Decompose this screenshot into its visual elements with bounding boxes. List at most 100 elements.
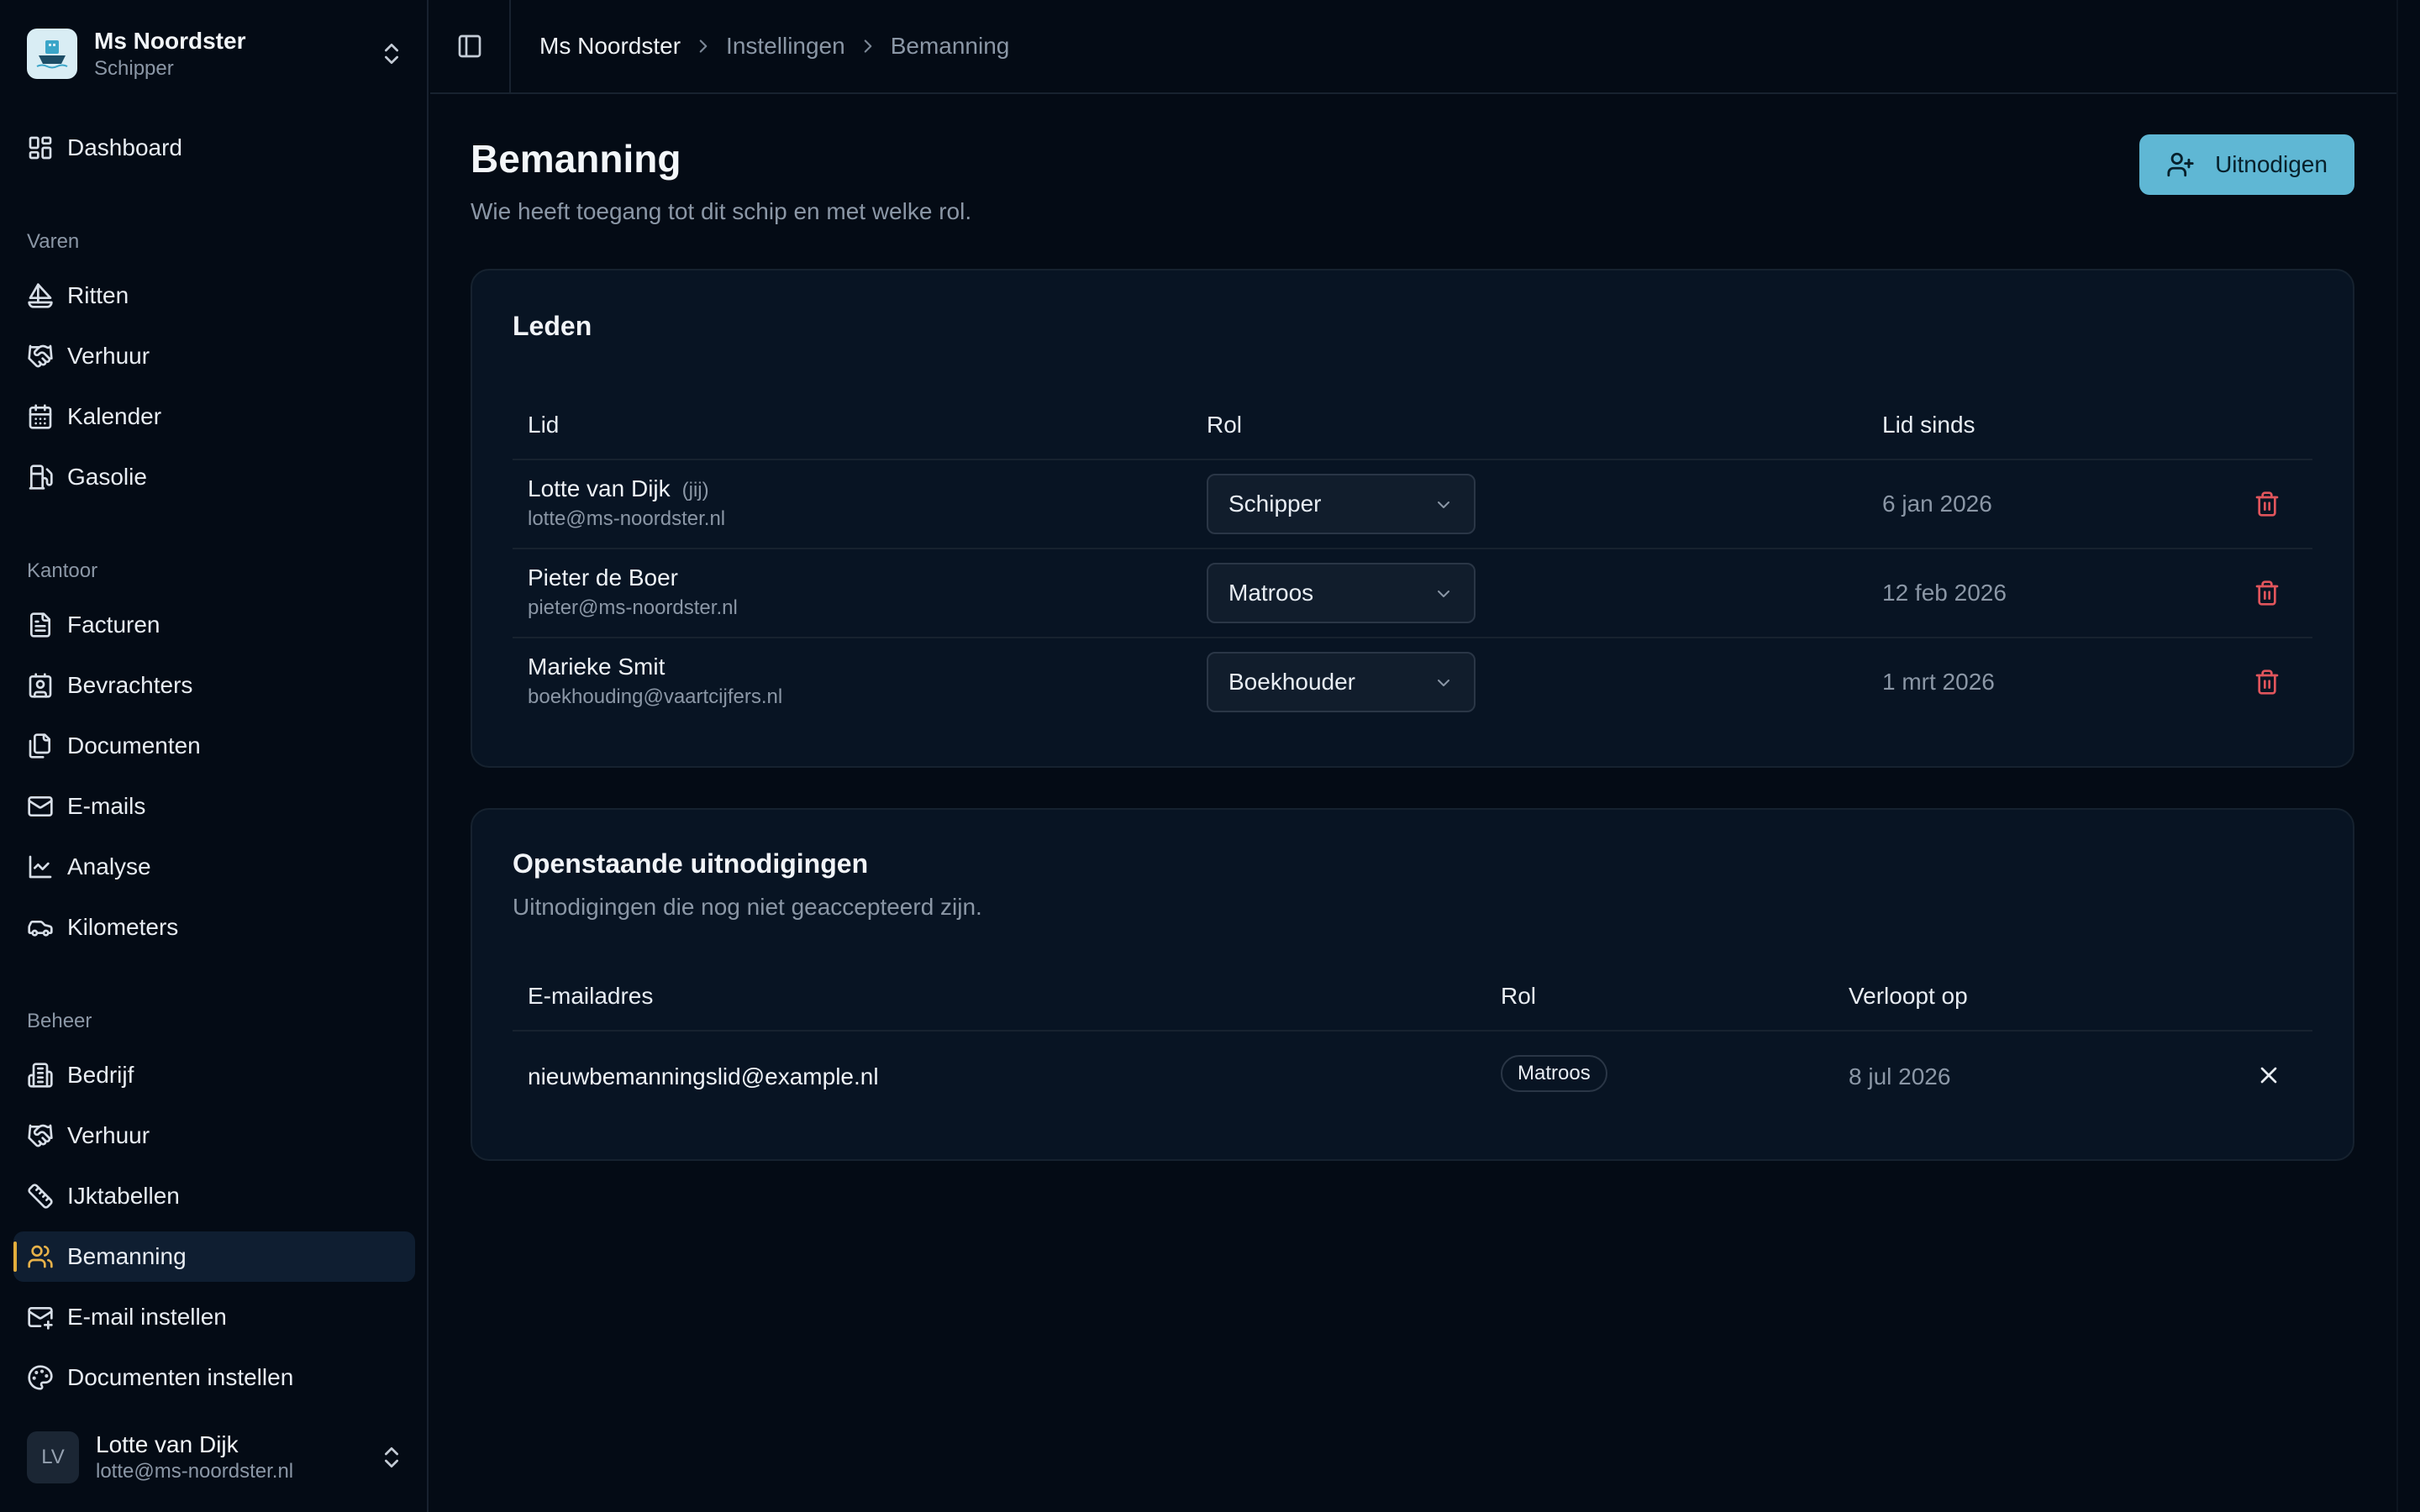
sidebar-item-bevrachters[interactable]: Bevrachters — [13, 660, 415, 711]
sidebar-item-gasolie[interactable]: Gasolie — [13, 452, 415, 502]
avatar: LV — [27, 1431, 79, 1483]
handshake-icon — [28, 344, 53, 368]
files-icon — [29, 733, 50, 759]
table-divider — [513, 637, 2312, 638]
fuel-icon — [29, 465, 53, 490]
sidebar-item-label: Documenten — [67, 732, 201, 759]
sidebar-item-kalender[interactable]: Kalender — [13, 391, 415, 442]
member-since: 12 feb 2026 — [1882, 580, 2007, 606]
invite-button[interactable]: Uitnodigen — [2139, 134, 2354, 195]
panel-left-icon — [458, 34, 481, 58]
contact-icon — [29, 673, 52, 698]
sidebar-item-facturen[interactable]: Facturen — [13, 600, 415, 650]
chevron-down-icon — [1438, 501, 1449, 508]
section-label-varen: Varen — [27, 230, 80, 253]
close-icon[interactable] — [2255, 1062, 2282, 1089]
column-header-role: Rol — [1501, 983, 1537, 1009]
invitation-expires: 8 jul 2026 — [1849, 1063, 1951, 1089]
members-title: Leden — [513, 311, 592, 341]
sidebar-item-verhuur[interactable]: Verhuur — [13, 331, 415, 381]
invitations-card: Openstaande uitnodigingen Uitnodigingen … — [471, 808, 2354, 1161]
sidebar-item-documenten-instellen[interactable]: Documenten instellen — [13, 1352, 415, 1403]
role-select-value: Matroos — [1228, 580, 1314, 606]
member-email: lotte@ms-noordster.nl — [528, 507, 726, 530]
user-menu[interactable]: LV Lotte van Dijk lotte@ms-noordster.nl — [27, 1428, 405, 1487]
trash-icon[interactable] — [2254, 491, 2281, 517]
member-name-text: Marieke Smit — [528, 654, 666, 680]
breadcrumb-settings[interactable]: Instellingen — [726, 33, 845, 60]
column-header-role: Rol — [1207, 412, 1243, 438]
sidebar-toggle-button[interactable] — [430, 0, 511, 92]
sidebar: Ms Noordster Schipper Dashboard Varen Ri… — [0, 0, 429, 1512]
sidebar-item-verhuur-beheer[interactable]: Verhuur — [13, 1110, 415, 1161]
sidebar-item-dashboard[interactable]: Dashboard — [13, 123, 415, 173]
member-email: pieter@ms-noordster.nl — [528, 596, 738, 619]
sidebar-item-ijktabellen[interactable]: IJktabellen — [13, 1171, 415, 1221]
sidebar-item-label: IJktabellen — [67, 1183, 180, 1209]
role-select[interactable]: Schipper — [1207, 474, 1476, 534]
sidebar-item-label: Kalender — [67, 403, 162, 429]
sidebar-item-documenten[interactable]: Documenten — [13, 721, 415, 771]
invitations-title: Openstaande uitnodigingen — [513, 848, 869, 879]
table-divider — [513, 1030, 2312, 1032]
car-icon — [28, 921, 53, 937]
ship-logo-icon — [27, 29, 77, 79]
sidebar-item-emails[interactable]: E-mails — [13, 781, 415, 832]
member-name: Lotte van Dijk (jij) — [528, 475, 709, 502]
table-divider — [513, 459, 2312, 460]
sidebar-item-label: Verhuur — [67, 1122, 150, 1148]
page-subtitle: Wie heeft toegang tot dit schip en met w… — [471, 198, 972, 224]
line-chart-icon — [29, 855, 52, 879]
content-edge — [2396, 0, 2398, 1512]
file-text-icon — [30, 612, 50, 638]
role-badge: Matroos — [1501, 1055, 1607, 1092]
trash-icon[interactable] — [2254, 580, 2281, 606]
sidebar-item-label: Ritten — [67, 282, 129, 308]
sidebar-item-email-instellen[interactable]: E-mail instellen — [13, 1292, 415, 1342]
sidebar-item-bemanning[interactable]: Bemanning — [13, 1231, 415, 1282]
dashboard-icon — [29, 136, 52, 160]
sidebar-item-label: Kilometers — [67, 914, 179, 940]
ship-name: Ms Noordster — [94, 28, 246, 54]
member-name-text: Lotte van Dijk — [528, 475, 671, 501]
chevrons-up-down-icon — [385, 1447, 398, 1467]
member-email: boekhouding@vaartcijfers.nl — [528, 685, 783, 708]
page-title: Bemanning — [471, 137, 681, 181]
handshake-icon — [28, 1124, 53, 1147]
invitation-email: nieuwbemanningslid@example.nl — [528, 1063, 879, 1089]
member-name: Marieke Smit — [528, 654, 665, 680]
invite-button-label: Uitnodigen — [2215, 151, 2328, 177]
role-select[interactable]: Matroos — [1207, 563, 1476, 623]
mail-plus-icon — [28, 1307, 53, 1330]
role-select-value: Boekhouder — [1228, 669, 1356, 695]
member-since: 6 jan 2026 — [1882, 491, 1992, 517]
member-since: 1 mrt 2026 — [1882, 669, 1995, 695]
sailboat-icon — [28, 283, 53, 308]
sidebar-item-label: Analyse — [67, 853, 151, 879]
building-icon — [28, 1063, 53, 1088]
sidebar-item-analyse[interactable]: Analyse — [13, 842, 415, 892]
column-header-expires: Verloopt op — [1849, 983, 1968, 1009]
sidebar-item-label: Bedrijf — [67, 1062, 134, 1088]
chevron-right-icon — [699, 39, 708, 53]
user-name: Lotte van Dijk — [96, 1431, 239, 1457]
sidebar-item-bedrijf[interactable]: Bedrijf — [13, 1050, 415, 1100]
role-select[interactable]: Boekhouder — [1207, 652, 1476, 712]
topbar: Ms Noordster Instellingen Bemanning — [430, 0, 2396, 94]
user-plus-icon — [2167, 152, 2194, 177]
breadcrumb-ship[interactable]: Ms Noordster — [539, 33, 681, 60]
ship-switcher[interactable]: Ms Noordster Schipper — [27, 24, 405, 84]
column-header-member: Lid — [528, 412, 560, 438]
section-label-beheer: Beheer — [27, 1010, 92, 1032]
chevron-down-icon — [1438, 680, 1449, 686]
palette-icon — [28, 1365, 53, 1390]
users-icon — [28, 1245, 53, 1268]
column-header-since: Lid sinds — [1882, 412, 1975, 438]
mail-icon — [28, 796, 53, 816]
user-email: lotte@ms-noordster.nl — [96, 1460, 294, 1483]
sidebar-item-kilometers[interactable]: Kilometers — [13, 902, 415, 953]
members-card: Leden Lid Rol Lid sinds Lotte van Dijk (j… — [471, 269, 2354, 768]
trash-icon[interactable] — [2254, 669, 2281, 696]
sidebar-item-ritten[interactable]: Ritten — [13, 270, 415, 321]
chevrons-up-down-icon — [385, 44, 398, 64]
